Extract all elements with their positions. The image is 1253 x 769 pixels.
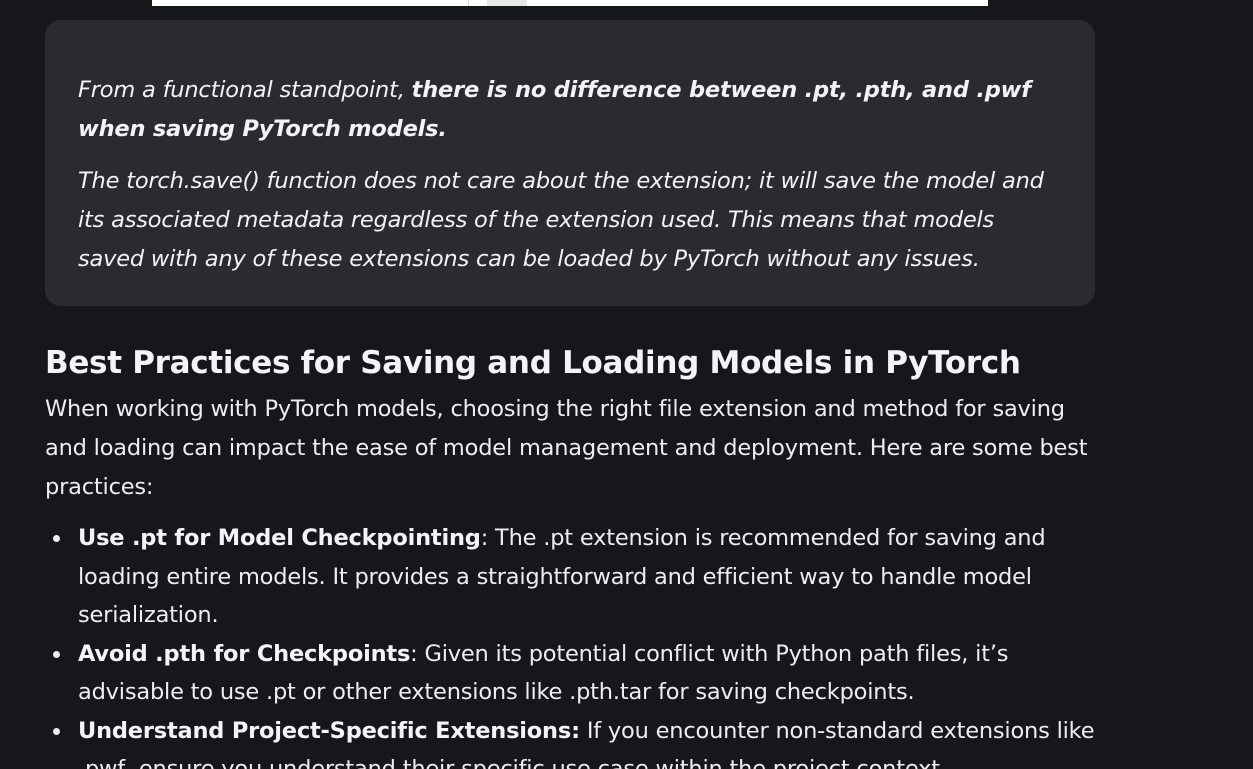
- embedded-frame-bottom-edge: [152, 0, 988, 6]
- section-intro: When working with PyTorch models, choosi…: [45, 396, 1088, 500]
- callout-summary: From a functional standpoint, there is n…: [78, 71, 1065, 149]
- frame-divider: [468, 0, 469, 6]
- list-item-title: Use .pt for Model Checkpointing: [78, 525, 481, 551]
- list-item-title: Understand Project-Specific Extensions:: [78, 717, 580, 744]
- callout-lead-text: From a functional standpoint,: [78, 77, 412, 103]
- best-practices-list: Use .pt for Model Checkpointing: The .pt…: [45, 519, 1105, 769]
- section-heading: Best Practices for Saving and Loading Mo…: [45, 345, 1021, 381]
- best-practices-section: Best Practices for Saving and Loading Mo…: [45, 340, 1105, 769]
- list-item: Understand Project-Specific Extensions: …: [53, 712, 1105, 769]
- list-item: Avoid .pth for Checkpoints: Given its po…: [53, 635, 1105, 712]
- quote-callout: From a functional standpoint, there is n…: [45, 20, 1095, 306]
- callout-paragraph: The torch.save() function does not care …: [78, 168, 1044, 272]
- list-item-title: Avoid .pth for Checkpoints: [78, 640, 411, 667]
- frame-scrollbar-thumb[interactable]: [487, 0, 527, 6]
- list-item: Use .pt for Model Checkpointing: The .pt…: [53, 519, 1105, 635]
